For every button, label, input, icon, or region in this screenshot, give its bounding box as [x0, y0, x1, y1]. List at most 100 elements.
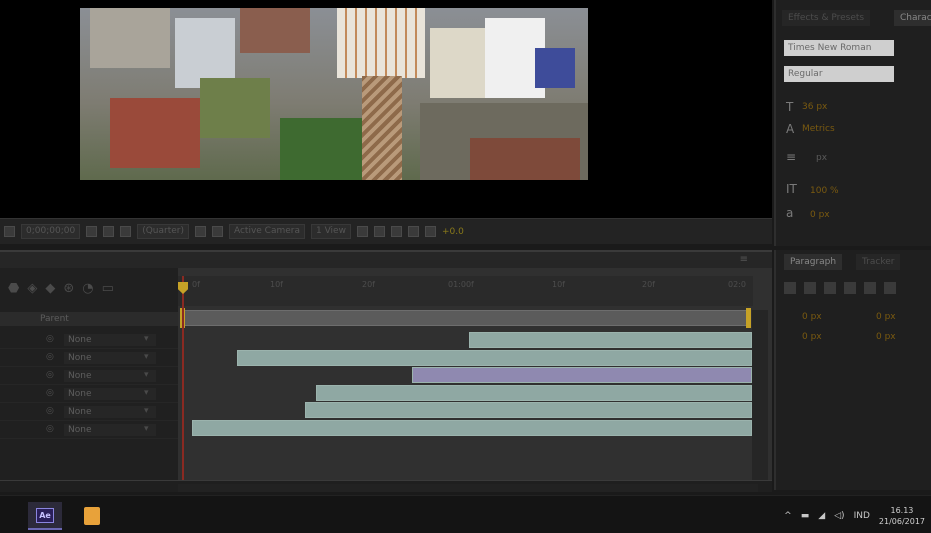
- layer-duration-bar[interactable]: [191, 420, 752, 436]
- layer-row[interactable]: ◎ None ▾: [0, 404, 178, 421]
- exposure-value[interactable]: +0.0: [442, 227, 464, 237]
- snapshot-icon[interactable]: [86, 226, 98, 237]
- layer-duration-bar[interactable]: [316, 384, 752, 401]
- font-size-value[interactable]: 36 px: [802, 102, 827, 112]
- chevron-down-icon[interactable]: ▾: [144, 424, 149, 434]
- ruler-tick: 10f: [552, 280, 565, 289]
- timeline-panel-header: ≡: [0, 250, 772, 268]
- pickwhip-icon[interactable]: ◎: [46, 334, 54, 344]
- layer-duration-bar[interactable]: [412, 367, 752, 384]
- views-dropdown[interactable]: 1 View: [311, 224, 351, 239]
- building: [90, 8, 170, 68]
- chevron-down-icon[interactable]: ▾: [144, 370, 149, 380]
- align-right-icon[interactable]: [824, 282, 836, 294]
- space-before-value[interactable]: 0 px: [802, 332, 822, 342]
- pickwhip-icon[interactable]: ◎: [46, 388, 54, 398]
- pickwhip-icon[interactable]: ◎: [46, 424, 54, 434]
- pickwhip-icon[interactable]: ◎: [46, 370, 54, 380]
- timeline-icon[interactable]: [390, 226, 402, 237]
- water-tower-leg: [362, 76, 402, 180]
- volume-icon[interactable]: ◁): [834, 511, 844, 521]
- taskbar-after-effects[interactable]: Ae: [28, 502, 62, 530]
- parent-dropdown[interactable]: None: [64, 352, 156, 364]
- building: [240, 8, 310, 53]
- layer-row[interactable]: ◎ None ▾: [0, 332, 178, 349]
- grid-icon[interactable]: [4, 226, 15, 237]
- pickwhip-icon[interactable]: ◎: [46, 352, 54, 362]
- network-icon[interactable]: ◢: [818, 511, 825, 521]
- chevron-down-icon[interactable]: ▾: [144, 352, 149, 362]
- ruler-tick: 01:00f: [448, 280, 474, 289]
- layer-bars: [178, 330, 753, 450]
- parent-dropdown[interactable]: None: [64, 424, 156, 436]
- color-channel-icon[interactable]: [120, 226, 132, 237]
- parent-dropdown[interactable]: None: [64, 388, 156, 400]
- exposure-reset-icon[interactable]: [424, 226, 436, 237]
- layer-row[interactable]: ◎ None ▾: [0, 422, 178, 439]
- draft-3d-icon[interactable]: ⬣: [8, 281, 19, 296]
- font-family-dropdown[interactable]: Times New Roman: [784, 40, 894, 56]
- timeline-zoom-slider[interactable]: [178, 484, 758, 492]
- space-after-value[interactable]: 0 px: [876, 332, 896, 342]
- timecode-field[interactable]: 0;00;00;00: [21, 224, 81, 239]
- tracking-value[interactable]: Metrics: [802, 124, 835, 134]
- fast-previews-icon[interactable]: [373, 226, 385, 237]
- flowchart-icon[interactable]: [407, 226, 419, 237]
- font-style-dropdown[interactable]: Regular: [784, 66, 894, 82]
- taskbar-app[interactable]: [76, 502, 110, 530]
- graph-editor-icon[interactable]: ▭: [102, 281, 114, 296]
- time-ruler[interactable]: 0f 10f 20f 01:00f 10f 20f 02:0: [178, 276, 753, 306]
- chevron-up-icon[interactable]: ^: [784, 511, 792, 521]
- parent-dropdown[interactable]: None: [64, 406, 156, 418]
- media-player-icon: [84, 507, 100, 525]
- justify-last-center-icon[interactable]: [864, 282, 876, 294]
- shy-layers-icon[interactable]: ◈: [27, 281, 37, 296]
- baseline-shift-value[interactable]: 0 px: [810, 210, 830, 220]
- composition-viewer[interactable]: [0, 0, 772, 218]
- show-snapshot-icon[interactable]: [103, 226, 115, 237]
- brainstorm-icon[interactable]: ◔: [82, 281, 93, 296]
- leading-value[interactable]: px: [816, 153, 827, 163]
- layer-duration-bar[interactable]: [469, 332, 752, 348]
- chevron-down-icon[interactable]: ▾: [144, 406, 149, 416]
- work-area-bar[interactable]: [182, 310, 748, 326]
- tab-effects-presets[interactable]: Effects & Presets: [782, 10, 871, 26]
- clock[interactable]: 16.13 21/06/2017: [879, 505, 925, 527]
- layer-duration-bar[interactable]: [236, 349, 752, 366]
- chevron-down-icon[interactable]: ▾: [144, 388, 149, 398]
- timeline-track-area[interactable]: 0f 10f 20f 01:00f 10f 20f 02:0: [178, 268, 772, 490]
- camera-dropdown[interactable]: Active Camera: [228, 224, 306, 239]
- resolution-dropdown[interactable]: (Quarter): [137, 224, 189, 239]
- pickwhip-icon[interactable]: ◎: [46, 406, 54, 416]
- frame-blending-icon[interactable]: ◆: [45, 281, 55, 296]
- justify-last-left-icon[interactable]: [844, 282, 856, 294]
- battery-icon[interactable]: ▬: [801, 511, 810, 521]
- region-of-interest-icon[interactable]: [194, 226, 206, 237]
- motion-blur-icon[interactable]: ⊛: [63, 281, 74, 296]
- align-center-icon[interactable]: [804, 282, 816, 294]
- justify-all-icon[interactable]: [884, 282, 896, 294]
- layer-duration-bar[interactable]: [304, 402, 752, 419]
- work-area-end-handle[interactable]: [746, 308, 751, 328]
- parent-dropdown[interactable]: None: [64, 370, 156, 382]
- chevron-down-icon[interactable]: ▾: [144, 334, 149, 344]
- layer-row[interactable]: ◎ None ▾: [0, 386, 178, 403]
- layer-row[interactable]: ◎ None ▾: [0, 368, 178, 385]
- panel-menu-icon[interactable]: ≡: [740, 254, 748, 265]
- align-left-icon[interactable]: [784, 282, 796, 294]
- vertical-scale-value[interactable]: 100 %: [810, 186, 839, 196]
- toggle-pixel-aspect-icon[interactable]: [356, 226, 368, 237]
- footage-frame: [80, 8, 588, 180]
- timeline-vertical-scrollbar[interactable]: [752, 310, 768, 486]
- tab-paragraph[interactable]: Paragraph: [784, 254, 843, 270]
- layer-row[interactable]: ◎ None ▾: [0, 350, 178, 367]
- transparency-grid-icon[interactable]: [211, 226, 223, 237]
- language-indicator[interactable]: IND: [854, 511, 870, 521]
- tab-character[interactable]: Character: [894, 10, 931, 26]
- playhead-line[interactable]: [182, 276, 184, 486]
- ruler-tick: 0f: [192, 280, 200, 289]
- indent-right-value[interactable]: 0 px: [876, 312, 896, 322]
- indent-left-value[interactable]: 0 px: [802, 312, 822, 322]
- tab-tracker[interactable]: Tracker: [856, 254, 901, 270]
- parent-dropdown[interactable]: None: [64, 334, 156, 346]
